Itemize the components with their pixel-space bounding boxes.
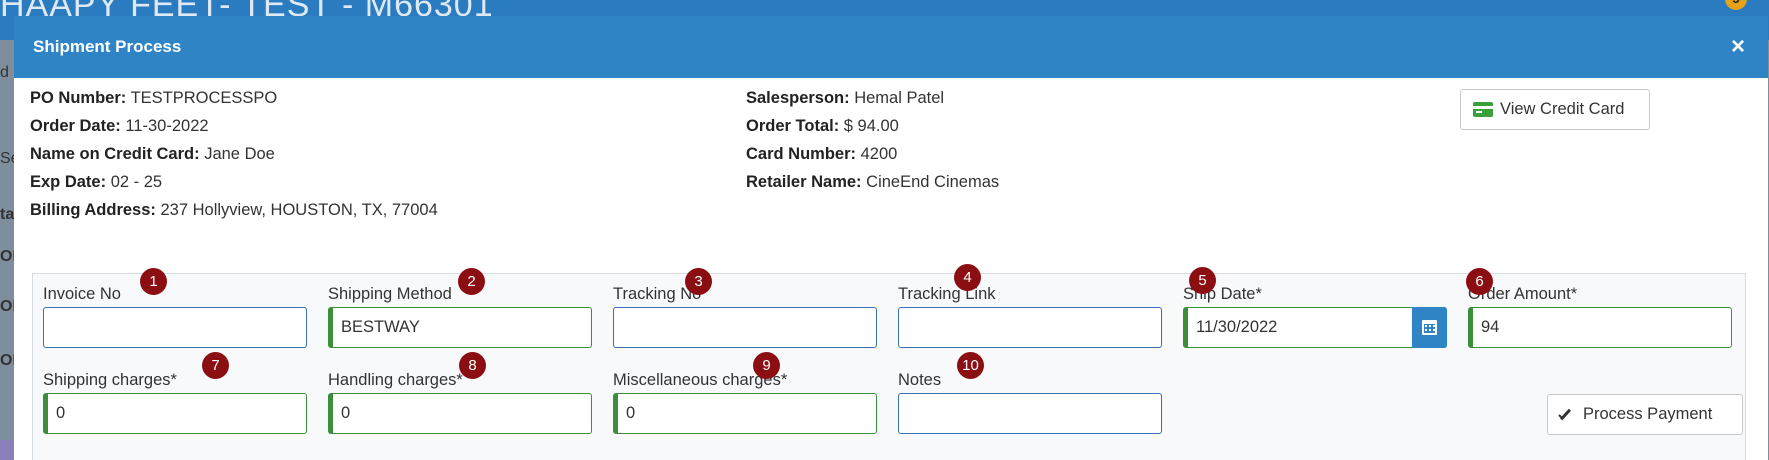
modal-title: Shipment Process <box>33 37 182 56</box>
name-on-card-value: Jane Doe <box>204 145 275 163</box>
check-icon <box>1558 407 1574 423</box>
billing-address-label: Billing Address: <box>30 201 156 219</box>
bg-decoration <box>0 440 14 460</box>
tracking-link-label: Tracking Link <box>898 285 996 303</box>
order-date-label: Order Date: <box>30 117 121 135</box>
order-date-value: 11-30-2022 <box>125 117 209 135</box>
po-number-value: TESTPROCESSPO <box>130 89 278 107</box>
annotation-marker: 6 <box>1466 268 1493 295</box>
misc-charges-input[interactable] <box>613 393 877 434</box>
name-on-card: Name on Credit Card: Jane Doe <box>30 145 275 164</box>
modal-header: Shipment Process × <box>14 16 1768 78</box>
billing-address-value: 237 Hollyview, HOUSTON, TX, 77004 <box>160 201 438 219</box>
po-number-label: PO Number: <box>30 89 127 107</box>
misc-charges-label: Miscellaneous charges* <box>613 371 788 389</box>
notes-field: Notes <box>898 370 1162 434</box>
annotation-marker: 8 <box>459 352 486 379</box>
annotation-marker: 2 <box>458 268 485 295</box>
tracking-link-input[interactable] <box>898 307 1162 348</box>
process-payment-button[interactable]: Process Payment <box>1547 394 1743 435</box>
order-amount-label: Order Amount* <box>1468 285 1578 303</box>
retailer-name-value: CineEnd Cinemas <box>866 173 1000 191</box>
shipment-process-modal: Shipment Process × PO Number: TESTPROCES… <box>14 16 1768 460</box>
invoice-no-label: Invoice No <box>43 285 121 303</box>
shipping-charges-label: Shipping charges* <box>43 371 177 389</box>
view-credit-card-button[interactable]: View Credit Card <box>1460 89 1650 130</box>
notes-label: Notes <box>898 371 942 389</box>
shipping-method-field: Shipping Method <box>328 284 592 348</box>
exp-date: Exp Date: 02 - 25 <box>30 173 162 192</box>
order-amount-input[interactable] <box>1468 307 1732 348</box>
exp-date-label: Exp Date: <box>30 173 107 191</box>
order-date: Order Date: 11-30-2022 <box>30 117 209 136</box>
annotation-marker: 7 <box>202 352 229 379</box>
salesperson-value: Hemal Patel <box>854 89 945 107</box>
annotation-marker: 1 <box>140 268 167 295</box>
retailer-name: Retailer Name: CineEnd Cinemas <box>746 173 999 192</box>
salesperson-label: Salesperson: <box>746 89 850 107</box>
card-number-label: Card Number: <box>746 145 857 163</box>
salesperson: Salesperson: Hemal Patel <box>746 89 944 108</box>
tracking-no-label: Tracking No <box>613 285 702 303</box>
close-icon[interactable]: × <box>1726 35 1750 59</box>
order-total: Order Total: $ 94.00 <box>746 117 899 136</box>
ship-date-field: Ship Date* <box>1183 284 1447 348</box>
retailer-name-label: Retailer Name: <box>746 173 862 191</box>
card-number-value: 4200 <box>860 145 898 163</box>
order-amount-field: Order Amount* <box>1468 284 1732 348</box>
bg-text: d <box>0 64 9 81</box>
annotation-marker: 10 <box>957 352 984 379</box>
invoice-no-field: Invoice No <box>43 284 307 348</box>
handling-charges-field: Handling charges* <box>328 370 592 434</box>
annotation-marker: 4 <box>954 264 981 291</box>
handling-charges-label: Handling charges* <box>328 371 463 389</box>
order-total-value: $ 94.00 <box>843 117 899 135</box>
shipping-charges-input[interactable] <box>43 393 307 434</box>
ship-date-input[interactable] <box>1183 307 1447 348</box>
exp-date-value: 02 - 25 <box>110 173 163 191</box>
tracking-no-field: Tracking No <box>613 284 877 348</box>
tracking-link-field: Tracking Link <box>898 284 1162 348</box>
ship-date-picker <box>1183 307 1447 348</box>
notes-input[interactable] <box>898 393 1162 434</box>
shipping-method-input[interactable] <box>328 307 592 348</box>
annotation-marker: 3 <box>685 268 712 295</box>
shipping-charges-field: Shipping charges* <box>43 370 307 434</box>
billing-address: Billing Address: 237 Hollyview, HOUSTON,… <box>30 201 438 220</box>
order-total-label: Order Total: <box>746 117 840 135</box>
credit-card-icon <box>1473 102 1493 117</box>
order-info: PO Number: TESTPROCESSPO Order Date: 11-… <box>14 78 1768 268</box>
view-credit-card-label: View Credit Card <box>1500 100 1625 118</box>
po-number: PO Number: TESTPROCESSPO <box>30 89 277 108</box>
handling-charges-input[interactable] <box>328 393 592 434</box>
calendar-button[interactable] <box>1412 307 1447 348</box>
notification-badge[interactable]: 5 <box>1725 0 1747 10</box>
calendar-icon <box>1422 320 1437 335</box>
annotation-marker: 5 <box>1189 267 1216 294</box>
card-number: Card Number: 4200 <box>746 145 897 164</box>
bg-text: ta <box>0 206 15 223</box>
invoice-no-input[interactable] <box>43 307 307 348</box>
tracking-no-input[interactable] <box>613 307 877 348</box>
misc-charges-field: Miscellaneous charges* <box>613 370 877 434</box>
annotation-marker: 9 <box>753 352 780 379</box>
ship-date-label: Ship Date* <box>1183 285 1262 303</box>
shipment-form: Invoice No Shipping Method Tracking No T… <box>32 264 1746 460</box>
process-payment-label: Process Payment <box>1583 405 1713 423</box>
name-on-card-label: Name on Credit Card: <box>30 145 200 163</box>
